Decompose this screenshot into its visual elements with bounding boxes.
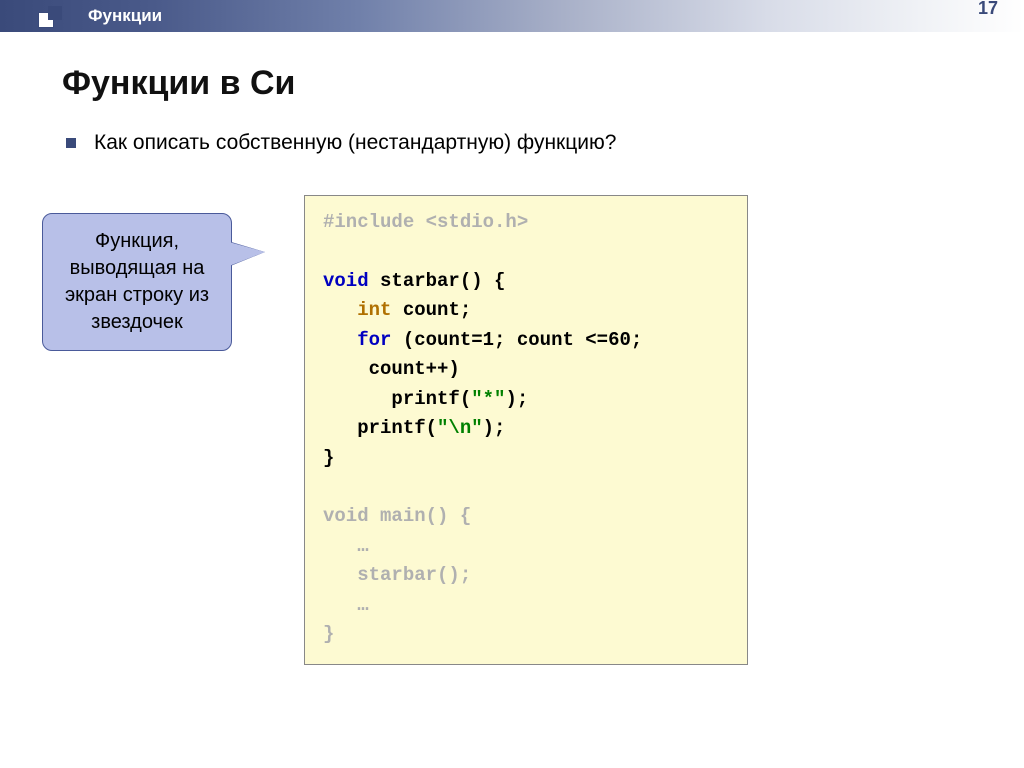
bullet-text: Как описать собственную (нестандартную) … [94, 131, 616, 155]
code-text: } [323, 447, 334, 469]
callout-bubble: Функция, выводящая на экран строку из зв… [42, 213, 232, 351]
code-line: #include <stdio.h> [323, 211, 528, 233]
code-text: ); [483, 417, 506, 439]
code-keyword: for [357, 329, 391, 351]
code-text: count++) [323, 358, 460, 380]
bullet-icon [66, 138, 76, 148]
code-text: printf( [323, 417, 437, 439]
page-number: 17 [978, 0, 998, 19]
code-text: ); [505, 388, 528, 410]
code-keyword: void [323, 270, 369, 292]
code-block: #include <stdio.h> void starbar() { int … [304, 195, 748, 665]
callout-tail-icon [229, 242, 265, 266]
body-row: Функция, выводящая на экран строку из зв… [62, 195, 962, 665]
code-text [323, 299, 357, 321]
slide-header: Функции 17 [0, 0, 1024, 32]
code-line: … [323, 535, 369, 557]
code-text: starbar() { [369, 270, 506, 292]
code-line: void main() { [323, 505, 471, 527]
bullet-item: Как описать собственную (нестандартную) … [62, 131, 962, 155]
code-string: "\n" [437, 417, 483, 439]
code-line: } [323, 623, 334, 645]
callout-text: Функция, выводящая на экран строку из зв… [65, 230, 209, 333]
code-text [323, 329, 357, 351]
code-text: (count=1; count <=60; [391, 329, 642, 351]
page-title: Функции в Си [62, 64, 962, 103]
code-text: printf( [323, 388, 471, 410]
slide-content: Функции в Си Как описать собственную (не… [0, 32, 1024, 665]
code-line: starbar(); [323, 564, 471, 586]
header-label: Функции [88, 6, 162, 26]
code-string: "*" [471, 388, 505, 410]
code-type: int [357, 299, 391, 321]
code-line: … [323, 594, 369, 616]
code-text: count; [391, 299, 471, 321]
